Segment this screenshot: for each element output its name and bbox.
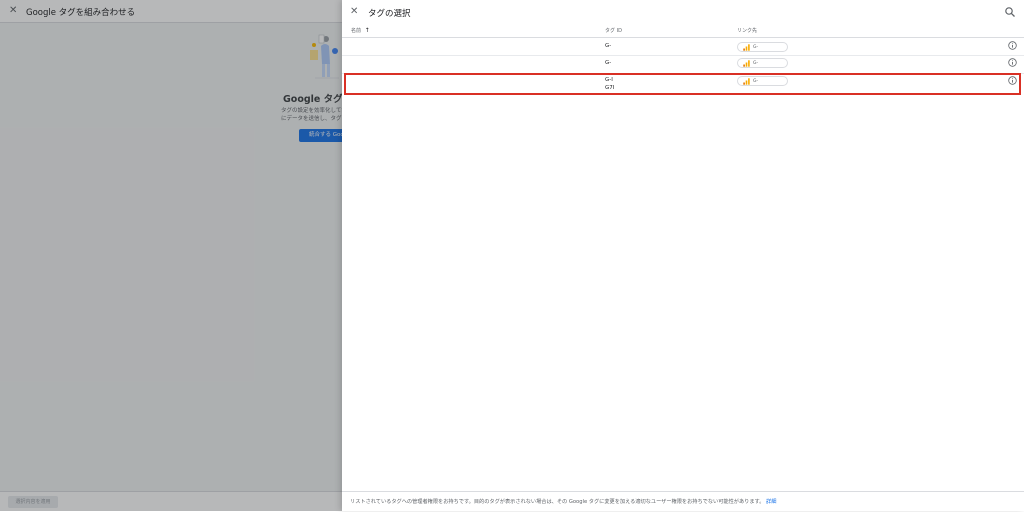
table-row[interactable]: G- G-	[342, 38, 1024, 56]
analytics-icon	[743, 60, 750, 67]
column-header-link: リンク先	[737, 28, 758, 34]
tag-id-secondary: G7I	[605, 85, 615, 91]
table-row[interactable]: G- G-	[342, 56, 1024, 74]
column-header-label: 名前	[351, 28, 362, 34]
tag-selection-panel: ✕ タグの選択 名前 ↑ タグ ID リンク先 G- G- G- G- G-I …	[342, 0, 1024, 511]
details-link[interactable]: 詳細	[766, 499, 776, 505]
footer-notice: リストされているタグへの管理者権限をお持ちです。目的のタグが表示されない場合は、…	[350, 498, 776, 505]
tag-id: G-	[605, 43, 612, 49]
tag-id: G-I	[605, 77, 613, 83]
link-chip[interactable]: G-	[737, 76, 788, 86]
arrow-up-icon: ↑	[364, 27, 370, 34]
info-icon[interactable]	[1008, 58, 1017, 67]
link-chip-label: G-	[753, 60, 759, 66]
tag-id: G-	[605, 60, 612, 66]
column-header-tag-id: タグ ID	[605, 28, 622, 34]
analytics-icon	[743, 78, 750, 85]
link-chip[interactable]: G-	[737, 42, 788, 52]
info-icon[interactable]	[1008, 41, 1017, 50]
link-chip-label: G-	[753, 44, 759, 50]
column-header-name[interactable]: 名前 ↑	[351, 27, 370, 34]
search-icon[interactable]	[1004, 6, 1016, 18]
link-chip-label: G-	[753, 78, 759, 84]
close-icon[interactable]: ✕	[350, 6, 358, 18]
footer-notice-text: リストされているタグへの管理者権限をお持ちです。目的のタグが表示されない場合は、…	[350, 499, 765, 505]
table-row-selected[interactable]: G-I G7I G-	[342, 74, 1024, 95]
info-icon[interactable]	[1008, 76, 1017, 85]
panel-title: タグの選択	[368, 9, 411, 19]
panel-footer: リストされているタグへの管理者権限をお持ちです。目的のタグが表示されない場合は、…	[342, 491, 1024, 512]
link-chip[interactable]: G-	[737, 58, 788, 68]
analytics-icon	[743, 44, 750, 51]
